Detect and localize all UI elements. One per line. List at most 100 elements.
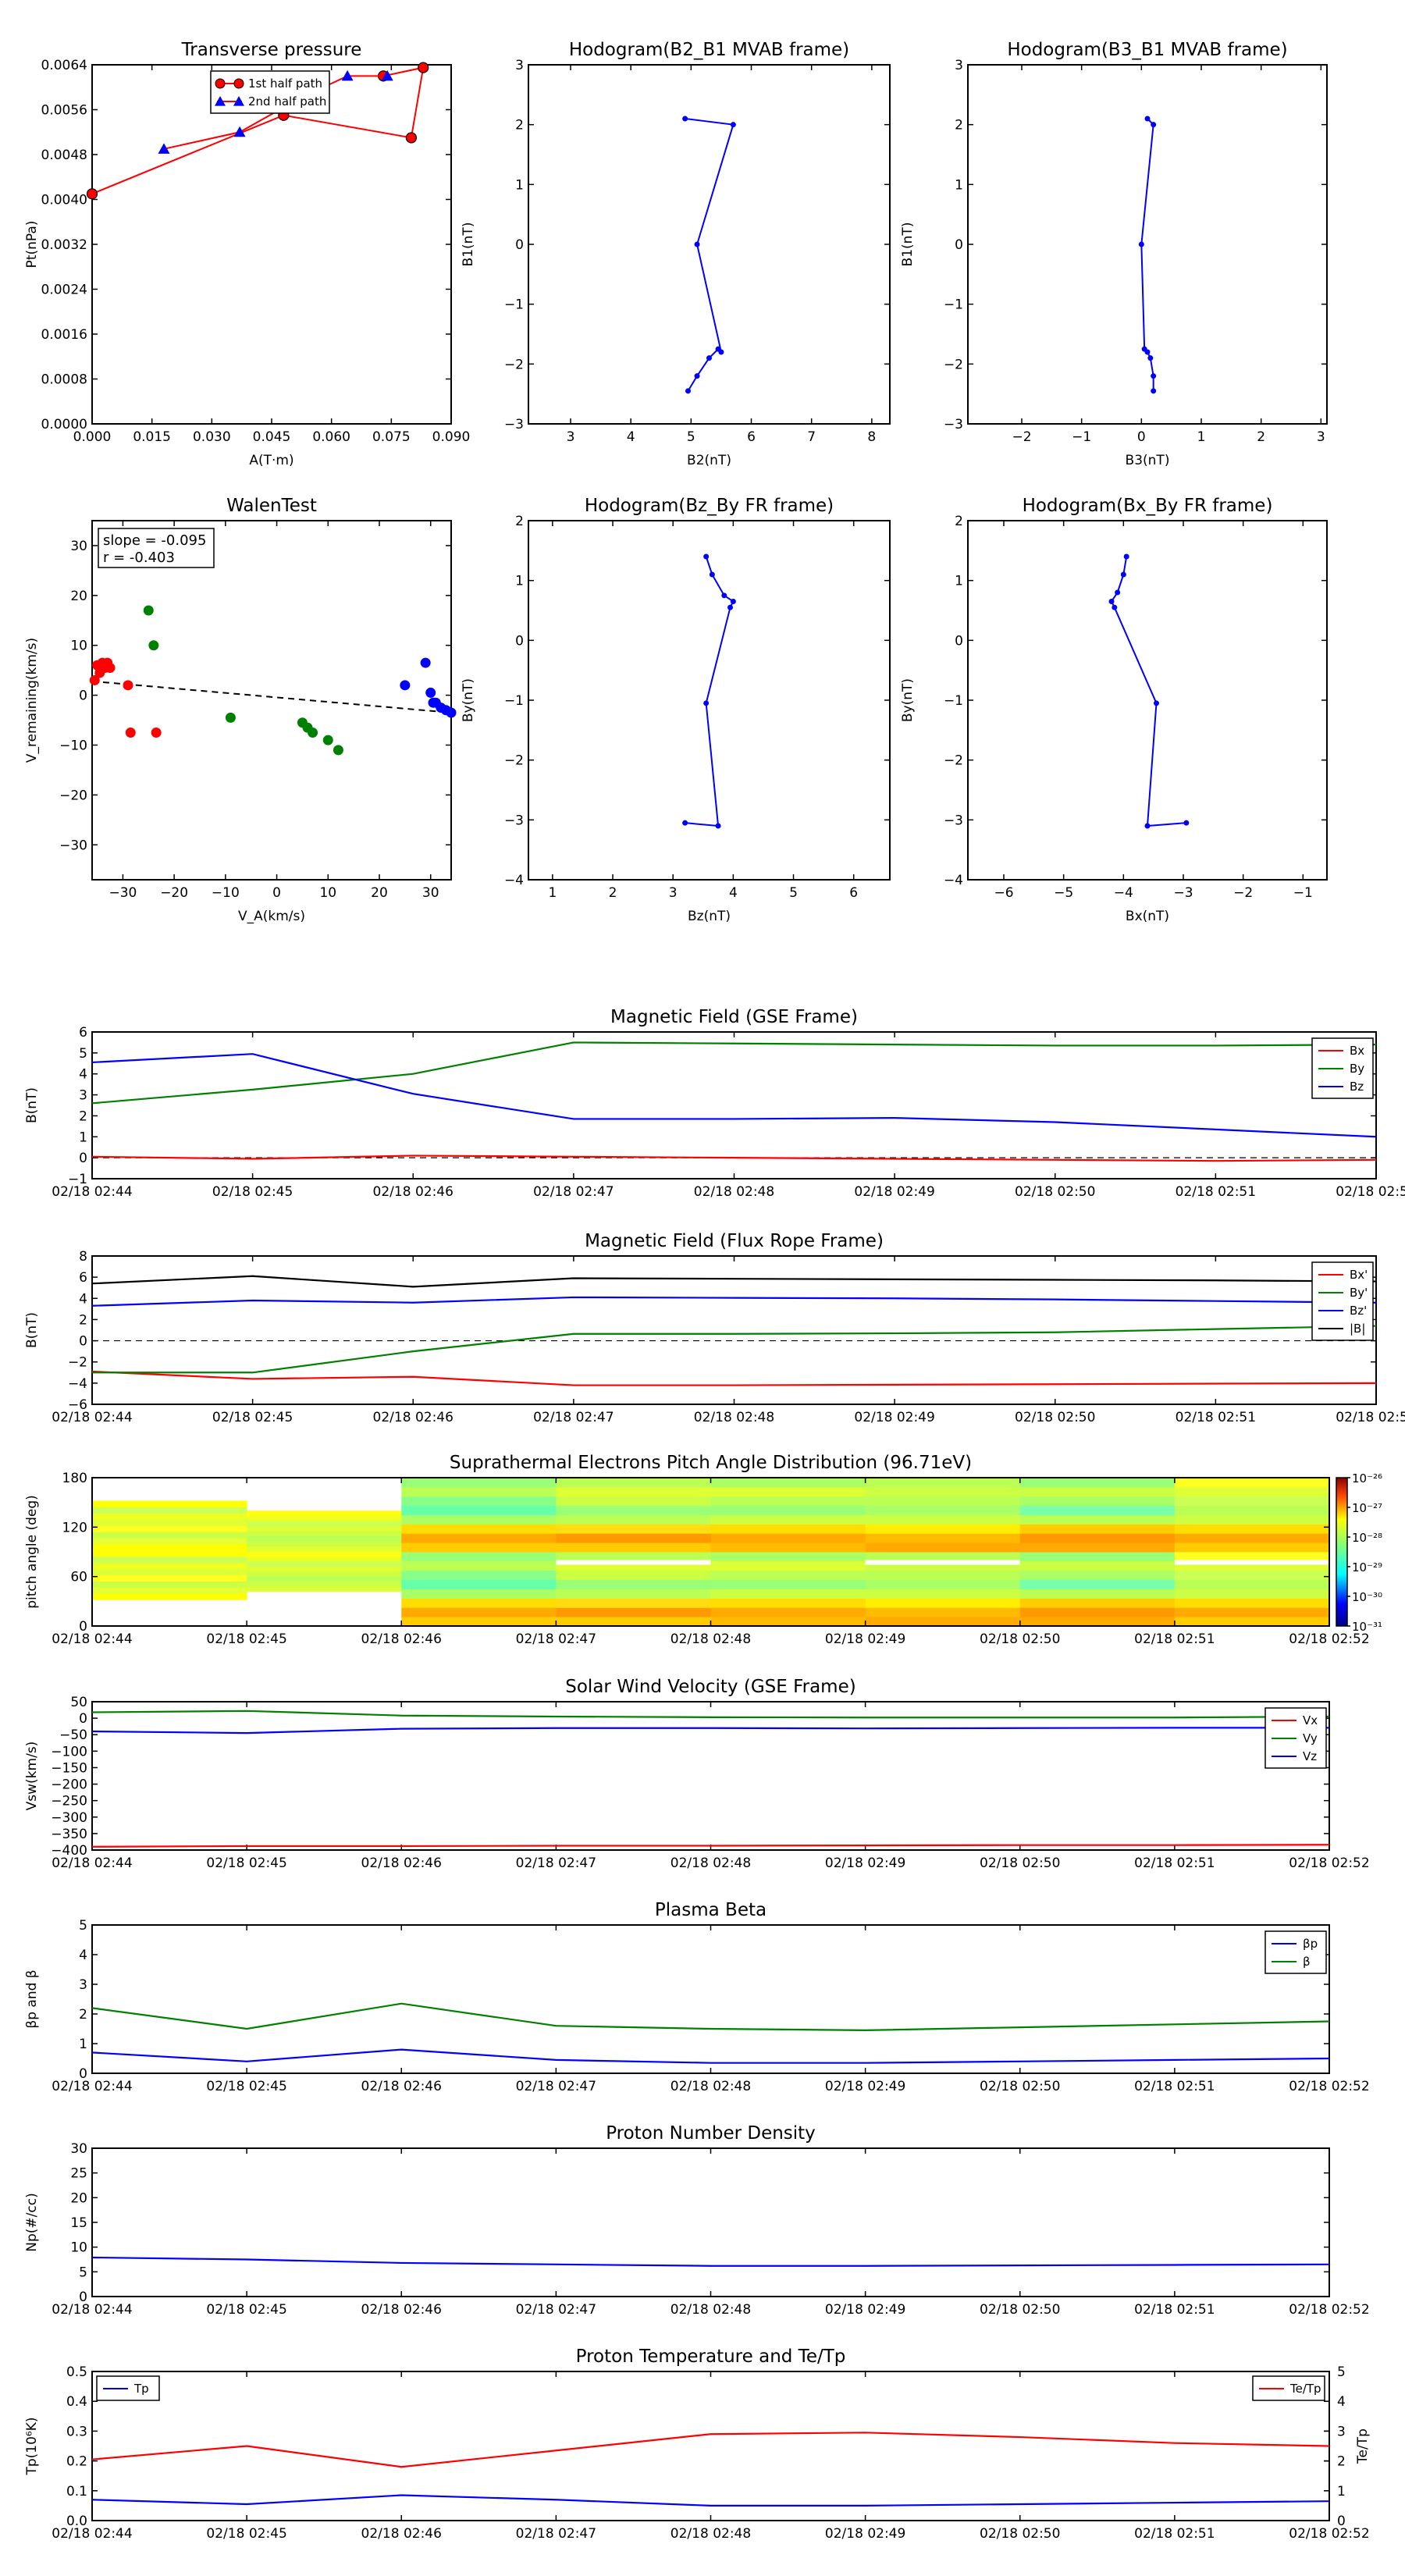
pad-cell (247, 1586, 402, 1592)
hodo_b3b1-xtick-label: 2 (1257, 429, 1265, 445)
walen-point (125, 728, 136, 738)
mag_fr-xtick-label: 02/18 02:51 (1176, 1410, 1256, 1425)
pad-cell (710, 1496, 866, 1507)
vsw-xtick-label: 02/18 02:47 (516, 1856, 596, 1871)
pad-cell (401, 1542, 557, 1553)
hodo_bxby-ytick-label: −4 (944, 873, 963, 888)
hodo_bxby-ylabel: By(nT) (900, 678, 916, 722)
pad-cell (247, 1531, 402, 1537)
tp-xtick-label: 02/18 02:47 (516, 2526, 596, 2542)
walen-point (333, 745, 343, 756)
mag_gse-series-By (91, 1041, 1377, 1105)
pad-xtick-label: 02/18 02:47 (516, 1631, 596, 1647)
pad-cell (92, 1507, 247, 1514)
pad-xtick-label: 02/18 02:49 (825, 1631, 905, 1647)
pad-cell (401, 1598, 557, 1608)
mag_gse-ytick-label: 3 (79, 1088, 87, 1104)
transverse_pressure-ytick-label: 0.0040 (41, 193, 87, 208)
vsw-xtick-label: 02/18 02:51 (1134, 1856, 1215, 1871)
pad-cell (401, 1607, 557, 1617)
beta-xtick-label: 02/18 02:46 (361, 2079, 442, 2094)
hodo_bxby-ytick-label: −3 (944, 813, 963, 828)
pad-cell (247, 1546, 402, 1552)
pad-cell (247, 1566, 402, 1572)
pad-cell (556, 1579, 711, 1589)
np-xtick-label: 02/18 02:51 (1134, 2302, 1215, 2318)
pad-cell (865, 1486, 1021, 1497)
pad-title: Suprathermal Electrons Pitch Angle Distr… (450, 1453, 972, 1473)
pad-cell (1174, 1514, 1330, 1525)
pad-cell (247, 1535, 402, 1542)
pad-ytick-label: 180 (62, 1471, 87, 1486)
pad-cell (1019, 1589, 1176, 1599)
tp-xtick-label: 02/18 02:49 (825, 2526, 905, 2542)
pad-cell (1019, 1496, 1176, 1507)
walen-panel: WalenTest −30 −20 −10 0 10 20 30 −30 −20 −10 0 10 20 3… (24, 496, 457, 924)
vsw-title: Solar Wind Velocity (GSE Frame) (565, 1677, 855, 1697)
beta-xtick-label: 02/18 02:47 (516, 2079, 596, 2094)
pad-ytick-label: 60 (70, 1570, 87, 1585)
transverse_pressure-ylabel: Pt(nPa) (24, 221, 40, 269)
hodo_b3b1-xtick-label: 1 (1197, 429, 1206, 445)
pad-xtick-label: 02/18 02:46 (361, 1631, 442, 1647)
beta-xtick-label: 02/18 02:50 (980, 2079, 1060, 2094)
walen-xtick-label: 20 (371, 885, 388, 901)
np-ytick-label: 20 (70, 2190, 87, 2206)
mag_fr-ylabel: B(nT) (24, 1312, 40, 1348)
hodo_bxby-xtick-label: −5 (1054, 885, 1073, 901)
mag_fr-ytick-label: 8 (79, 1249, 87, 1265)
vsw-ytick-label: 50 (70, 1695, 87, 1710)
np-ytick-label: 25 (70, 2166, 87, 2182)
pad-cell (556, 1552, 711, 1562)
hodo_bxby-ytick-label: −1 (944, 693, 963, 709)
pad-panel: Suprathermal Electrons Pitch Angle Distr… (24, 1453, 1382, 1647)
vsw-series-Vz (91, 1727, 1329, 1735)
pad-cell (247, 1571, 402, 1577)
pad-cell (247, 1581, 402, 1587)
tp-xtick-label: 02/18 02:52 (1289, 2526, 1369, 2542)
pad-cell (710, 1486, 866, 1497)
hodo_bzby-ytick-label: −2 (504, 753, 524, 769)
mag_fr-legend-label: Bx' (1350, 1268, 1368, 1282)
walen-xtick-label: −30 (108, 885, 137, 901)
pad-cell (247, 1576, 402, 1582)
hodo_bzby-xtick-label: 3 (669, 885, 678, 901)
hodo_b2b1-ytick-label: −2 (504, 357, 524, 372)
tp-ytick-label: 0.2 (66, 2454, 87, 2470)
np-ylabel: Np(#/cc) (24, 2193, 40, 2251)
beta-series-β (91, 2002, 1330, 2032)
pad-cell (92, 1525, 247, 1532)
mag_fr-xtick-label: 02/18 02:46 (373, 1410, 454, 1425)
transverse_pressure-point (405, 132, 417, 144)
walen-xtick-label: −20 (160, 885, 188, 901)
pad-cell (710, 1598, 866, 1608)
hodo_bxby-ytick-label: 1 (955, 574, 963, 589)
pad-cell (401, 1486, 557, 1497)
pad-cell (1174, 1542, 1330, 1553)
pad-xtick-label: 02/18 02:52 (1289, 1631, 1369, 1647)
pad-cell (865, 1505, 1021, 1515)
vsw-ytick-label: 0 (79, 1711, 87, 1727)
hodo_b3b1-panel: Hodogram(B3_B1 MVAB frame) −2 −1 0 1 2 3 −3 −2 −1… (900, 40, 1328, 468)
pad-cell (1174, 1607, 1330, 1617)
tp-ylabel: Tp(10⁶K) (24, 2417, 40, 2475)
walen-point (151, 728, 162, 738)
beta-panel: Plasma Beta 02/18 02:44 02/18 02:45 02/18 0… (24, 1900, 1370, 2094)
pad-cell (1019, 1486, 1176, 1497)
pad-cell (865, 1524, 1021, 1534)
hodo_bzby-ytick-label: −3 (504, 813, 524, 828)
np-panel: Proton Number Density 02/18 02:44 02/18 02… (24, 2123, 1370, 2318)
pad-cell (865, 1478, 1021, 1488)
walen-frame (91, 520, 452, 881)
pad-cell (92, 1581, 247, 1588)
pad-cell (865, 1514, 1021, 1525)
transverse_pressure-title: Transverse pressure (181, 40, 362, 60)
pad-cell (556, 1598, 711, 1608)
tp-xtick-label: 02/18 02:50 (980, 2526, 1060, 2542)
hodo_bxby-xtick-label: −3 (1173, 885, 1193, 901)
pad-cell (865, 1598, 1021, 1608)
hodo_b3b1-point (1144, 349, 1151, 355)
mag_gse-title: Magnetic Field (GSE Frame) (610, 1007, 858, 1027)
transverse_pressure-ytick-label: 0.0056 (41, 103, 87, 119)
pad-cell (556, 1486, 711, 1497)
